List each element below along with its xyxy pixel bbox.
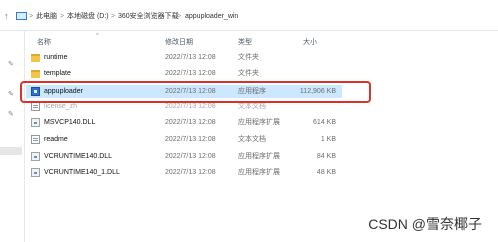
navigation-pane[interactable]: ✎ ✎ ✎ <box>0 31 25 242</box>
file-date: 2022/7/13 12:08 <box>165 153 216 160</box>
file-name: readme <box>44 136 68 143</box>
dll-file-icon <box>31 168 40 177</box>
file-size: 1 KB <box>320 136 336 143</box>
file-date: 2022/7/13 12:08 <box>165 136 216 143</box>
file-date: 2022/7/13 12:08 <box>165 119 216 126</box>
file-row[interactable]: VCRUNTIME140.DLL 2022/7/13 12:08 应用程序扩展 … <box>26 150 342 163</box>
breadcrumb-current-folder[interactable]: appuploader_win <box>185 13 238 21</box>
file-name: VCRUNTIME140.DLL <box>44 153 113 160</box>
up-arrow-icon[interactable]: ↑ <box>4 11 9 21</box>
file-name: MSVCP140.DLL <box>44 119 96 126</box>
column-header-name[interactable]: 名称 <box>37 39 51 47</box>
file-size: 614 KB <box>313 119 336 126</box>
file-row[interactable]: template 2022/7/13 12:08 文件夹 <box>26 67 342 80</box>
file-name: VCRUNTIME140_1.DLL <box>44 169 120 176</box>
address-bar[interactable]: ↑ > 此电脑 > 本地磁盘 (D:) > 360安全浏览器下载 > appup… <box>0 0 498 31</box>
file-type: 文件夹 <box>238 54 259 61</box>
breadcrumb-separator-icon: > <box>60 13 65 20</box>
file-row[interactable]: readme 2022/7/13 12:08 文本文档 1 KB <box>26 133 342 146</box>
file-type: 文本文档 <box>238 103 266 110</box>
file-type: 应用程序扩展 <box>238 119 280 126</box>
file-row[interactable]: VCRUNTIME140_1.DLL 2022/7/13 12:08 应用程序扩… <box>26 166 342 179</box>
watermark-text: CSDN @雪奈椰子 <box>368 216 482 232</box>
breadcrumb-this-pc[interactable]: 此电脑 <box>36 13 57 21</box>
highlight-box <box>20 81 371 103</box>
text-file-icon <box>31 102 40 111</box>
file-date: 2022/7/13 12:08 <box>165 54 216 61</box>
file-row[interactable]: runtime 2022/7/13 12:08 文件夹 <box>26 51 342 64</box>
sort-chevron-icon[interactable]: ^ <box>96 33 99 39</box>
pin-icon[interactable]: ✎ <box>8 91 14 99</box>
breadcrumb-separator-icon: > <box>177 13 182 20</box>
column-header-date[interactable]: 修改日期 <box>165 39 193 47</box>
folder-icon <box>31 54 40 62</box>
dll-file-icon <box>31 152 40 161</box>
file-type: 应用程序扩展 <box>238 153 280 160</box>
breadcrumb-separator-icon: > <box>111 13 116 20</box>
breadcrumb-separator-icon: > <box>29 13 34 20</box>
column-header-type[interactable]: 类型 <box>238 39 252 47</box>
nav-item-selected[interactable] <box>0 147 22 155</box>
file-date: 2022/7/13 12:08 <box>165 103 216 110</box>
breadcrumb-drive-d[interactable]: 本地磁盘 (D:) <box>67 13 109 21</box>
file-date: 2022/7/13 12:08 <box>165 70 216 77</box>
file-type: 应用程序扩展 <box>238 169 280 176</box>
file-type: 文本文档 <box>238 136 266 143</box>
file-size: 48 KB <box>316 169 336 176</box>
breadcrumb-download-folder[interactable]: 360安全浏览器下载 <box>118 13 179 21</box>
dll-file-icon <box>31 118 40 127</box>
file-name: runtime <box>44 54 68 61</box>
text-file-icon <box>31 135 40 144</box>
pin-icon[interactable]: ✎ <box>8 111 14 119</box>
column-header-size[interactable]: 大小 <box>303 39 317 47</box>
file-type: 文件夹 <box>238 70 259 77</box>
file-row[interactable]: MSVCP140.DLL 2022/7/13 12:08 应用程序扩展 614 … <box>26 116 342 129</box>
file-size: 84 KB <box>316 153 336 160</box>
this-pc-icon <box>16 12 27 20</box>
folder-icon <box>31 70 40 78</box>
pin-icon[interactable]: ✎ <box>8 61 14 69</box>
file-date: 2022/7/13 12:08 <box>165 169 216 176</box>
file-name: license_zh <box>44 103 78 110</box>
file-name: template <box>44 70 71 77</box>
